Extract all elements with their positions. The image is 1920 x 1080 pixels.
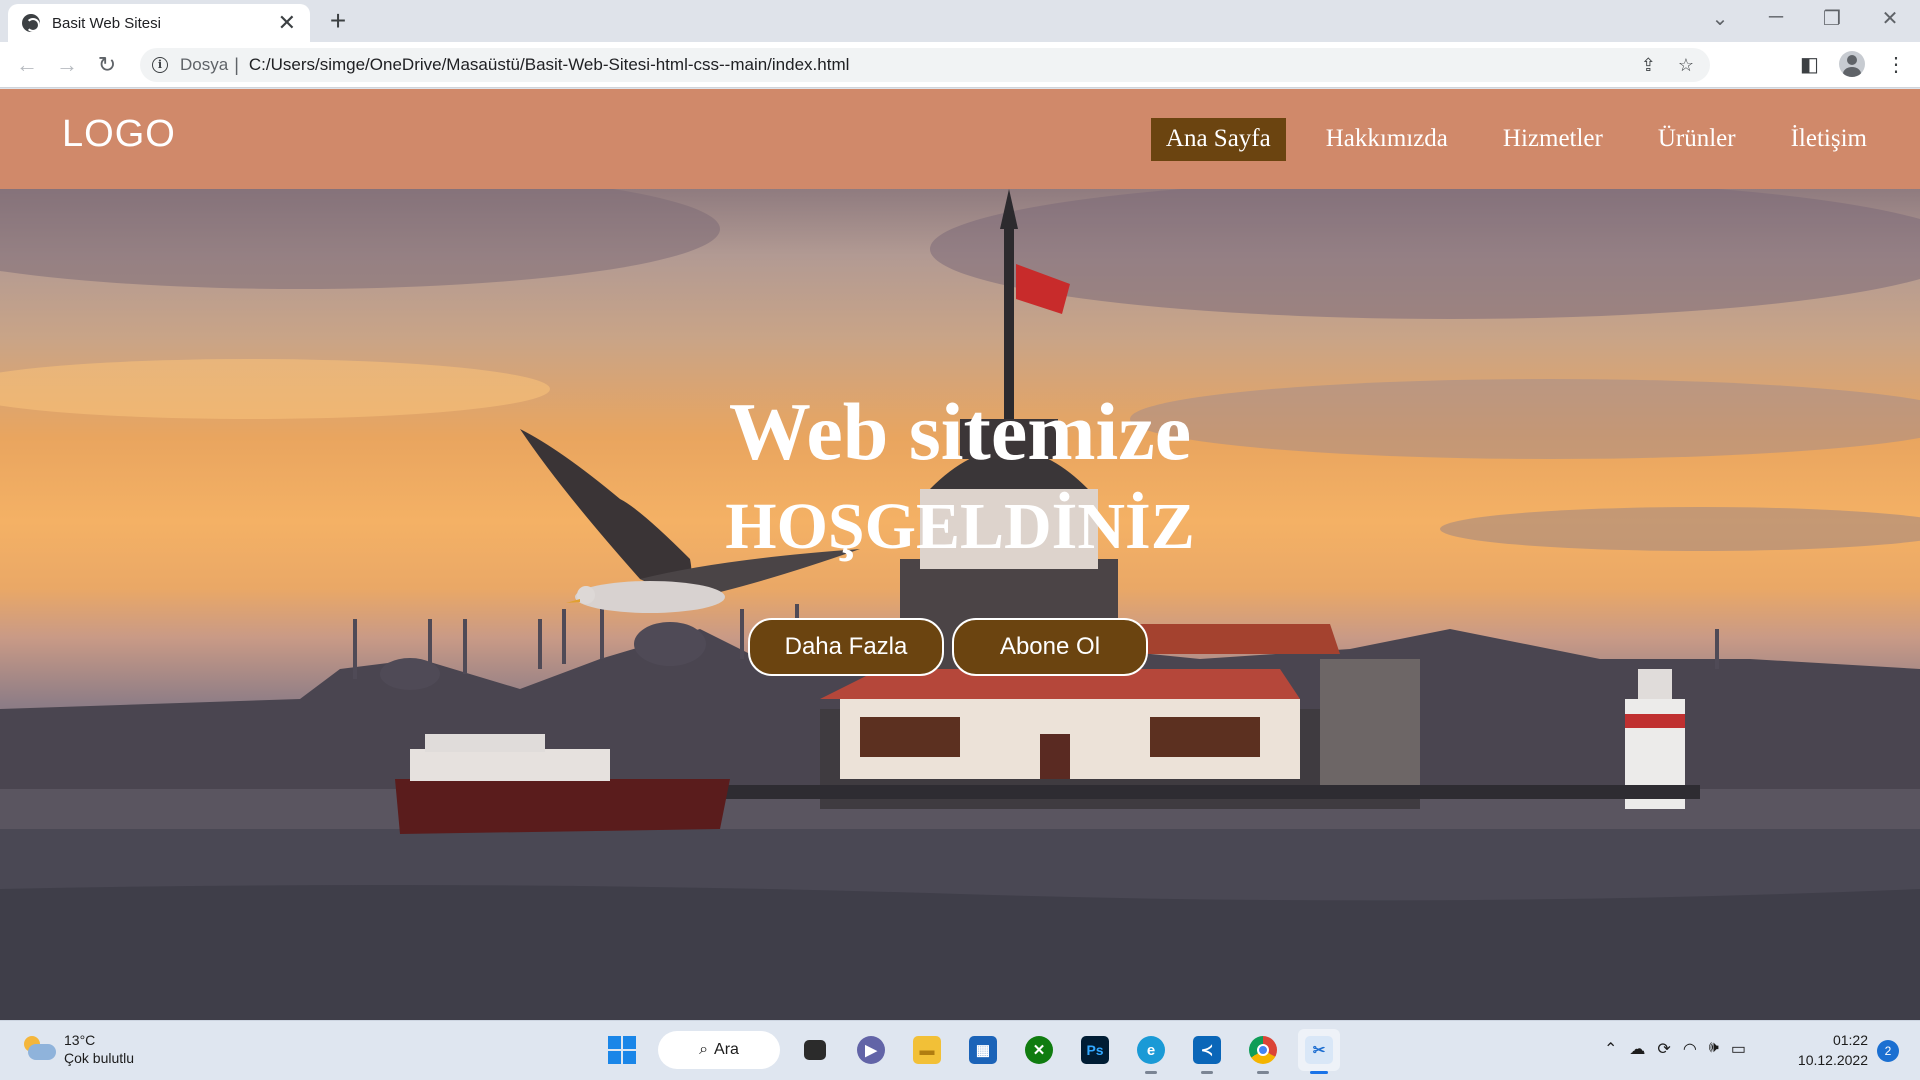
taskbar: 13°C Çok bulutlu ⌕ Ara ▶ ▬ ▦ ✕ Ps e ≺ ✂ … xyxy=(0,1020,1920,1080)
new-tab-button[interactable]: + xyxy=(322,6,354,38)
weather-temp: 13°C xyxy=(64,1032,96,1048)
nav-hizmetler[interactable]: Hizmetler xyxy=(1488,118,1618,161)
nav-iletisim[interactable]: İletişim xyxy=(1776,118,1882,161)
browser-tabstrip: Basit Web Sitesi ✕ + ⌄ ─ ❐ ✕ xyxy=(0,0,1920,42)
back-icon[interactable]: ← xyxy=(12,50,42,80)
microsoft-store-icon[interactable]: ▦ xyxy=(962,1029,1004,1071)
side-panel-icon[interactable]: ◧ xyxy=(1800,52,1819,77)
minimize-icon[interactable]: ─ xyxy=(1756,6,1796,29)
chrome-icon[interactable] xyxy=(1242,1029,1284,1074)
nav-ana-sayfa[interactable]: Ana Sayfa xyxy=(1150,118,1286,161)
partly-cloudy-icon xyxy=(22,1036,56,1062)
hero-subtitle: HOŞGELDİNİZ xyxy=(725,490,1195,563)
forward-icon[interactable]: → xyxy=(52,50,82,80)
weather-condition: Çok bulutlu xyxy=(64,1050,135,1066)
abone-ol-button[interactable]: Abone Ol xyxy=(952,618,1148,676)
taskbar-search[interactable]: ⌕ Ara xyxy=(658,1031,780,1069)
address-bar[interactable]: i Dosya | C:/Users/simge/OneDrive/Masaüs… xyxy=(140,48,1710,82)
show-hidden-icons-chevron-icon[interactable]: ⌃ xyxy=(1604,1039,1617,1059)
wifi-icon[interactable]: ◠ xyxy=(1683,1039,1697,1059)
sync-icon[interactable]: ⟳ xyxy=(1657,1039,1670,1059)
bookmark-star-icon[interactable]: ☆ xyxy=(1678,55,1694,76)
scheme-label: Dosya xyxy=(180,55,229,74)
hero-title: Web sitemize xyxy=(728,386,1192,477)
edge-icon[interactable]: e xyxy=(1130,1029,1172,1074)
site-logo[interactable]: LOGO xyxy=(62,113,176,156)
photoshop-icon[interactable]: Ps xyxy=(1074,1029,1116,1071)
volume-icon[interactable]: 🕪 xyxy=(1709,1039,1719,1059)
search-icon: ⌕ xyxy=(699,1041,709,1058)
globe-icon xyxy=(22,14,40,32)
battery-icon[interactable]: ▭ xyxy=(1731,1039,1746,1059)
tab-search-icon[interactable]: ⌄ xyxy=(1700,6,1740,31)
onedrive-warning-icon[interactable]: ☁ xyxy=(1629,1039,1645,1059)
site-header: LOGO Ana Sayfa Hakkımızda Hizmetler Ürün… xyxy=(0,89,1920,189)
teams-chat-icon[interactable]: ▶ xyxy=(850,1029,892,1071)
weather-widget[interactable]: 13°C Çok bulutlu xyxy=(22,1031,134,1067)
nav-hakkimizda[interactable]: Hakkımızda xyxy=(1311,118,1463,161)
reload-icon[interactable]: ↻ xyxy=(92,50,122,80)
restore-icon[interactable]: ❐ xyxy=(1812,6,1852,31)
tab-basit-web-sitesi[interactable]: Basit Web Sitesi ✕ xyxy=(8,4,310,42)
vscode-icon[interactable]: ≺ xyxy=(1186,1029,1228,1074)
notification-badge[interactable]: 2 xyxy=(1877,1040,1899,1062)
task-view-icon[interactable] xyxy=(794,1029,836,1071)
search-label: Ara xyxy=(714,1041,739,1058)
snipping-tool-icon[interactable]: ✂ xyxy=(1298,1029,1340,1074)
profile-avatar-icon[interactable] xyxy=(1839,51,1865,77)
close-tab-icon[interactable]: ✕ xyxy=(278,12,296,34)
daha-fazla-button[interactable]: Daha Fazla xyxy=(748,618,944,676)
clock-date: 10.12.2022 xyxy=(1797,1052,1868,1068)
main-nav: Ana Sayfa Hakkımızda Hizmetler Ürünler İ… xyxy=(1126,118,1882,161)
taskbar-clock[interactable]: 01:22 10.12.2022 xyxy=(1792,1030,1868,1070)
windows-start-icon[interactable] xyxy=(608,1036,636,1064)
hero-section: Web sitemize HOŞGELDİNİZ Daha Fazla Abon… xyxy=(0,189,1920,1020)
share-icon[interactable]: ⇪ xyxy=(1641,55,1656,76)
tab-title: Basit Web Sitesi xyxy=(52,14,161,32)
hero-buttons: Daha Fazla Abone Ol xyxy=(748,618,1148,676)
file-explorer-icon[interactable]: ▬ xyxy=(906,1029,948,1071)
nav-urunler[interactable]: Ürünler xyxy=(1643,118,1751,161)
close-window-icon[interactable]: ✕ xyxy=(1870,6,1910,31)
page-viewport: LOGO Ana Sayfa Hakkımızda Hizmetler Ürün… xyxy=(0,89,1920,1020)
taskbar-apps: ⌕ Ara ▶ ▬ ▦ ✕ Ps e ≺ ✂ xyxy=(600,1029,1340,1074)
info-icon[interactable]: i xyxy=(152,57,168,73)
clock-time: 01:22 xyxy=(1832,1032,1868,1048)
hero-background-photo xyxy=(0,189,1920,1020)
menu-icon[interactable]: ⋮ xyxy=(1886,52,1906,77)
xbox-icon[interactable]: ✕ xyxy=(1018,1029,1060,1071)
browser-toolbar: ← → ↻ i Dosya | C:/Users/simge/OneDrive/… xyxy=(0,42,1920,88)
system-tray: ⌃ ☁ ⟳ ◠ 🕪 ▭ xyxy=(1604,1039,1746,1059)
url-text[interactable]: C:/Users/simge/OneDrive/Masaüstü/Basit-W… xyxy=(249,55,850,75)
address-separator: | xyxy=(234,54,239,75)
